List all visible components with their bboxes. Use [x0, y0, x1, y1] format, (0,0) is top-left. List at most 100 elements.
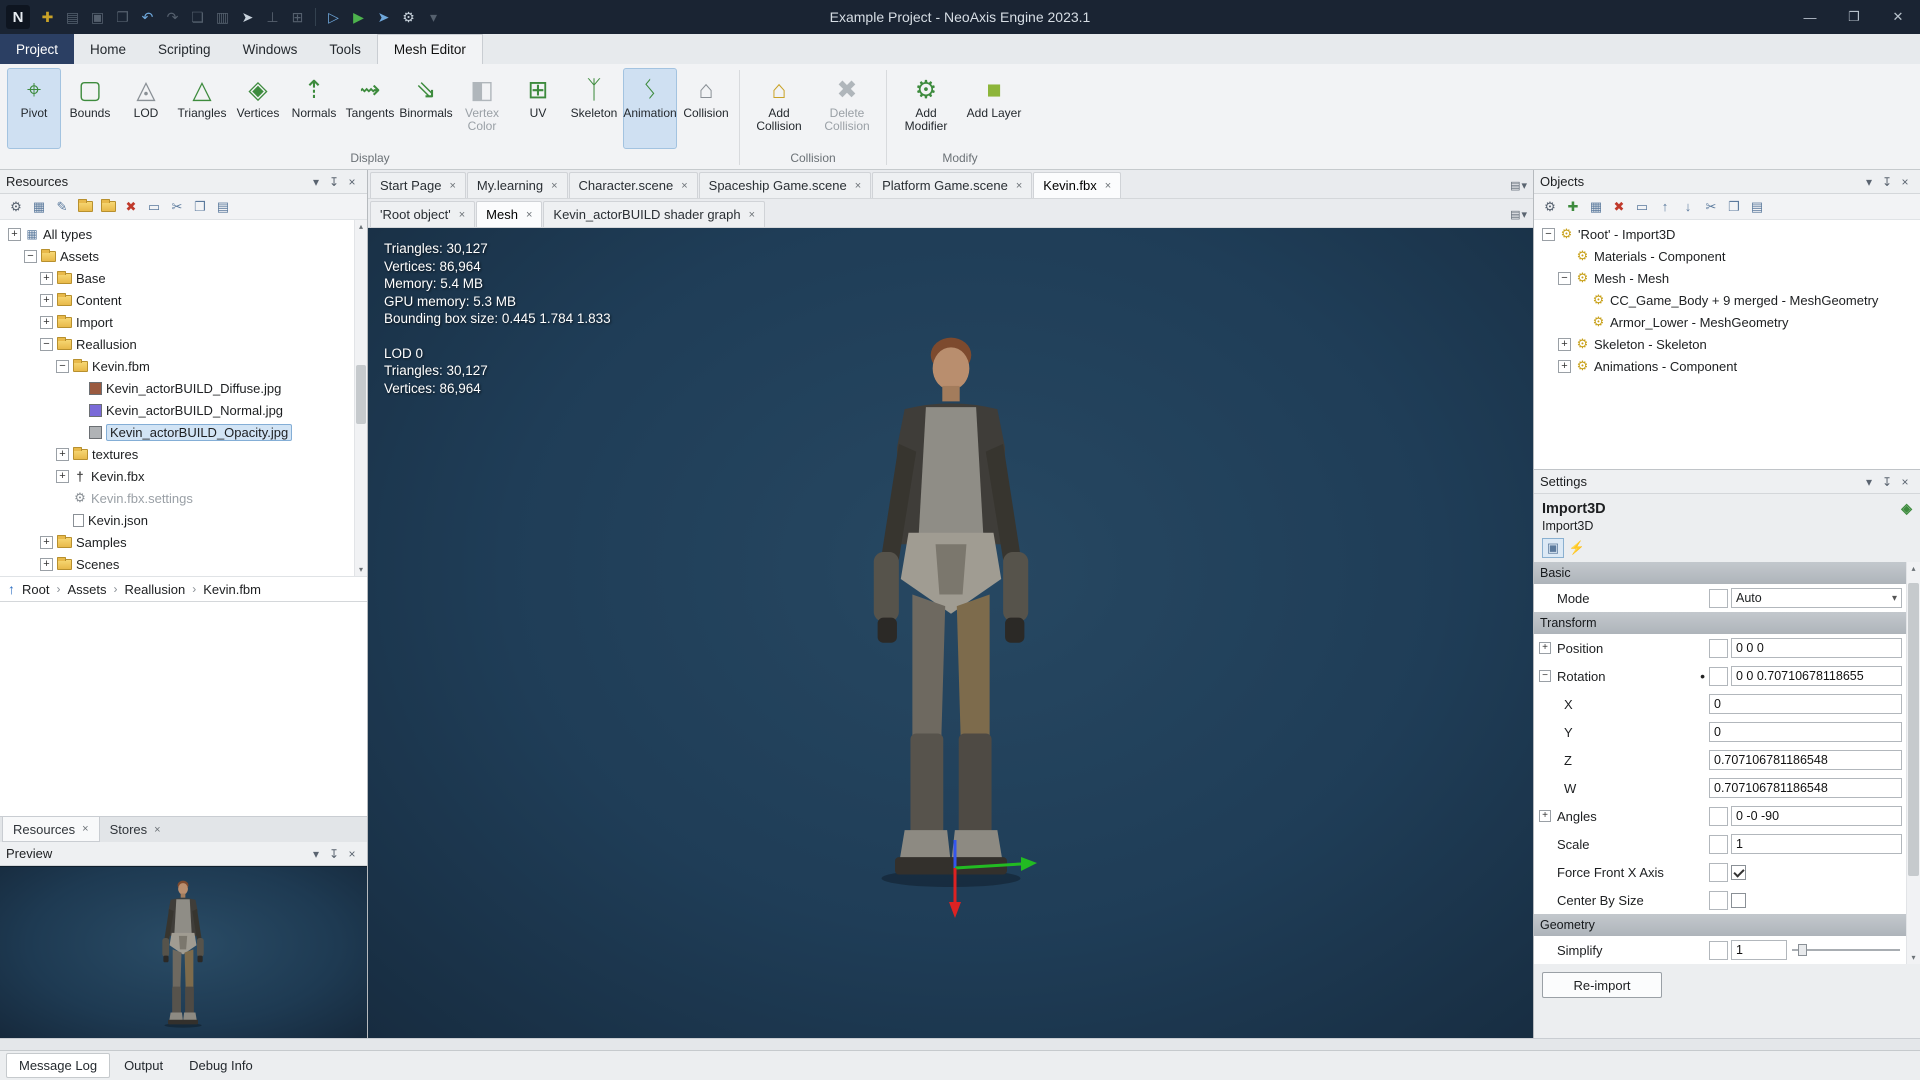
close-panel-icon[interactable]: × [343, 847, 361, 861]
tree-item-reallusion[interactable]: −Reallusion [0, 333, 367, 355]
doc-tab-platform-game[interactable]: Platform Game.scene× [872, 172, 1032, 198]
object-item-skeleton[interactable]: +⚙Skeleton - Skeleton [1534, 333, 1920, 355]
ribbon-button-delete-collision[interactable]: ✖Delete Collision [814, 68, 880, 149]
tree-item-kevin-fbm[interactable]: −Kevin.fbm [0, 355, 367, 377]
settings-scrollbar[interactable]: ▴ ▾ [1906, 562, 1920, 964]
ribbon-button-add-modifier[interactable]: ⚙Add Modifier [893, 68, 959, 149]
close-tab-icon[interactable]: × [1105, 180, 1111, 192]
ribbon-button-vertices[interactable]: ◈Vertices [231, 68, 285, 149]
property-default-box[interactable] [1709, 891, 1728, 910]
collapse-icon[interactable]: − [40, 338, 53, 351]
property-default-box[interactable] [1709, 589, 1728, 608]
property-default-box[interactable] [1709, 835, 1728, 854]
ribbon-button-add-collision[interactable]: ⌂Add Collision [746, 68, 812, 149]
build-tools-icon[interactable]: ⚙ [397, 5, 420, 29]
new-folder-icon[interactable] [75, 197, 95, 217]
move-down-icon[interactable]: ↓ [1678, 197, 1698, 217]
tab-message-log[interactable]: Message Log [6, 1053, 110, 1078]
close-tab-icon[interactable]: × [154, 824, 160, 836]
run-simulation-icon[interactable]: ▶ [347, 5, 370, 29]
expand-icon[interactable]: + [1539, 810, 1551, 822]
tab-output[interactable]: Output [112, 1054, 175, 1077]
center-by-size-checkbox[interactable] [1731, 893, 1746, 908]
view-mode-icon[interactable]: ▦ [29, 197, 49, 217]
scroll-track[interactable] [1907, 575, 1920, 951]
expand-icon[interactable]: + [56, 448, 69, 461]
doc-tab-character-scene[interactable]: Character.scene× [569, 172, 698, 198]
preview-viewport[interactable] [0, 866, 367, 1038]
menu-windows[interactable]: Windows [227, 34, 314, 64]
select-cursor-icon[interactable]: ➤ [236, 5, 259, 29]
collapse-icon[interactable]: − [24, 250, 37, 263]
play-scene-icon[interactable]: ▷ [322, 5, 345, 29]
delete-icon[interactable]: ✖ [121, 197, 141, 217]
pin-icon[interactable]: ↧ [325, 847, 343, 861]
close-panel-icon[interactable]: × [1896, 175, 1914, 189]
doc-tab-mesh[interactable]: Mesh× [476, 201, 542, 227]
section-transform[interactable]: Transform [1534, 612, 1906, 634]
scroll-thumb[interactable] [356, 365, 366, 424]
tree-item-textures[interactable]: +textures [0, 443, 367, 465]
doc-tab-my-learning[interactable]: My.learning× [467, 172, 568, 198]
tree-item-assets[interactable]: −Assets [0, 245, 367, 267]
doc-tab-root-object[interactable]: 'Root object'× [370, 201, 475, 227]
property-default-box[interactable] [1709, 807, 1728, 826]
ribbon-button-lod[interactable]: ◬LOD [119, 68, 173, 149]
simplify-input[interactable] [1731, 940, 1787, 960]
expand-icon[interactable]: + [40, 536, 53, 549]
undo-icon[interactable]: ↶ [136, 5, 159, 29]
reimport-button[interactable]: Re-import [1542, 972, 1662, 998]
pin-icon[interactable]: ↧ [325, 175, 343, 189]
tree-item-all-types[interactable]: +▦All types [0, 223, 367, 245]
w-input[interactable] [1709, 778, 1902, 798]
ribbon-button-triangles[interactable]: △Triangles [175, 68, 229, 149]
property-default-box[interactable] [1709, 667, 1728, 686]
expand-icon[interactable]: + [1558, 338, 1571, 351]
titlebar[interactable]: Example Project - NeoAxis Engine 2023.1 … [0, 0, 1920, 34]
tree-item-kevin-fbx-settings[interactable]: ⚙Kevin.fbx.settings [0, 487, 367, 509]
ribbon-button-pivot[interactable]: ⌖Pivot [7, 68, 61, 149]
tree-item-samples[interactable]: +Samples [0, 531, 367, 553]
tree-item-diffuse-jpg[interactable]: Kevin_actorBUILD_Diffuse.jpg [0, 377, 367, 399]
y-input[interactable] [1709, 722, 1902, 742]
ribbon-button-animation[interactable]: ᛊAnimation [623, 68, 677, 149]
scroll-down-icon[interactable]: ▾ [355, 563, 367, 576]
simplify-slider[interactable] [1790, 941, 1902, 959]
paste-icon[interactable]: ▥ [211, 5, 234, 29]
toolbar-more-icon[interactable]: ▾ [422, 5, 445, 29]
ribbon-button-uv[interactable]: ⊞UV [511, 68, 565, 149]
breadcrumb-item-root[interactable]: Root [22, 582, 49, 597]
tree-item-base[interactable]: +Base [0, 267, 367, 289]
breadcrumb-item-reallusion[interactable]: Reallusion [124, 582, 185, 597]
bottom-splitter[interactable] [0, 1038, 1920, 1050]
cut-icon[interactable]: ✂ [167, 197, 187, 217]
open-project-icon[interactable]: ▤ [61, 5, 84, 29]
force-front-checkbox[interactable] [1731, 865, 1746, 880]
menu-home[interactable]: Home [74, 34, 142, 64]
copy-icon[interactable]: ❐ [190, 197, 210, 217]
edit-icon[interactable]: ✎ [52, 197, 72, 217]
tree-item-scenes[interactable]: +Scenes [0, 553, 367, 575]
object-item-root[interactable]: −⚙'Root' - Import3D [1534, 223, 1920, 245]
scale-input[interactable] [1731, 834, 1902, 854]
grid-snap-icon[interactable]: ⊞ [286, 5, 309, 29]
panel-menu-icon[interactable]: ▾ [307, 175, 325, 189]
expand-icon[interactable]: + [8, 228, 21, 241]
property-default-box[interactable] [1709, 863, 1728, 882]
property-default-box[interactable] [1709, 941, 1728, 960]
mesh-viewport[interactable]: Triangles: 30,127 Vertices: 86,964 Memor… [368, 228, 1533, 1038]
options-icon[interactable]: ⚙ [1540, 197, 1560, 217]
menu-scripting[interactable]: Scripting [142, 34, 227, 64]
menu-mesh-editor[interactable]: Mesh Editor [377, 34, 483, 64]
view-mode-icon[interactable]: ▦ [1586, 197, 1606, 217]
save-icon[interactable]: ▣ [86, 5, 109, 29]
open-folder-icon[interactable] [98, 197, 118, 217]
tree-item-opacity-jpg[interactable]: Kevin_actorBUILD_Opacity.jpg [0, 421, 367, 443]
object-item-armor-lower[interactable]: ⚙Armor_Lower - MeshGeometry [1534, 311, 1920, 333]
close-tab-icon[interactable]: × [459, 209, 465, 221]
save-all-icon[interactable]: ❐ [111, 5, 134, 29]
ribbon-button-bounds[interactable]: ▢Bounds [63, 68, 117, 149]
object-item-mesh[interactable]: −⚙Mesh - Mesh [1534, 267, 1920, 289]
menu-project[interactable]: Project [0, 34, 74, 64]
tree-scrollbar[interactable]: ▴ ▾ [354, 220, 367, 576]
